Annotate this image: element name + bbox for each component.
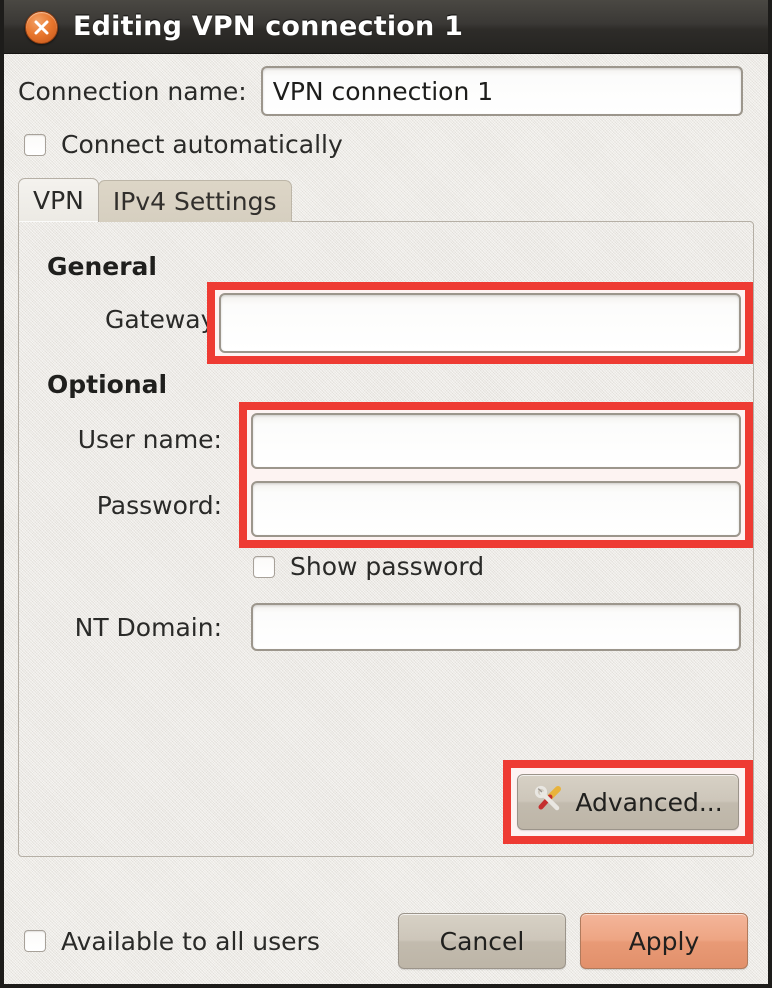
available-to-all-users-label: Available to all users [61,926,320,956]
show-password-checkbox[interactable] [253,555,275,578]
general-section-heading: General [47,252,157,281]
username-label: User name: [77,425,222,454]
tools-icon [533,784,563,820]
settings-tabs: VPN IPv4 Settings [18,178,768,222]
connect-automatically-label: Connect automatically [61,130,343,159]
advanced-button-label: Advanced... [575,787,723,817]
available-to-all-users-row[interactable]: Available to all users [24,927,320,956]
connection-name-input[interactable]: VPN connection 1 [260,66,743,116]
apply-button[interactable]: Apply [580,913,748,969]
gateway-label: Gateway: [104,305,222,334]
advanced-button[interactable]: Advanced... [517,774,739,830]
show-password-row[interactable]: Show password [253,552,484,581]
cancel-button[interactable]: Cancel [398,913,566,969]
show-password-label: Show password [290,552,485,581]
tab-ipv4-settings[interactable]: IPv4 Settings [97,180,292,222]
close-x-glyph [34,20,49,35]
close-icon[interactable] [25,11,58,44]
window-content: Connection name: VPN connection 1 Connec… [4,54,768,984]
nt-domain-input[interactable] [251,603,741,651]
connect-automatically-row[interactable]: Connect automatically [4,116,768,159]
vpn-tab-panel: General Gateway: Optional User name: Pas… [18,221,754,857]
connect-automatically-checkbox[interactable] [24,133,46,156]
window-titlebar: Editing VPN connection 1 [4,0,768,54]
username-input[interactable] [251,413,741,469]
gateway-input[interactable] [219,293,741,353]
password-input[interactable] [251,481,741,537]
dialog-action-bar: Available to all users Cancel Apply [4,898,768,984]
optional-section-heading: Optional [47,370,168,399]
connection-name-label: Connection name: [18,76,247,106]
window-title: Editing VPN connection 1 [73,11,464,42]
nt-domain-label: NT Domain: [74,613,222,642]
connection-name-row: Connection name: VPN connection 1 [4,54,768,116]
available-to-all-users-checkbox[interactable] [24,930,46,952]
editing-vpn-connection-window: Editing VPN connection 1 Connection name… [0,0,772,988]
tab-vpn[interactable]: VPN [18,178,99,222]
password-label: Password: [96,491,222,520]
